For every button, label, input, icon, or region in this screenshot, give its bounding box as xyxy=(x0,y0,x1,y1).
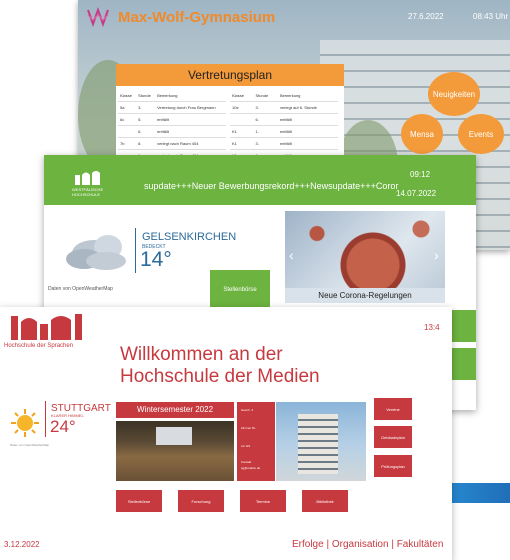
column-header: Klasse xyxy=(230,90,254,102)
page-title: Max-Wolf-Gymnasium xyxy=(118,9,276,26)
time-label: 08:43 Uhr xyxy=(473,12,509,21)
weather-source: Daten von OpenWeatherMap xyxy=(48,286,113,292)
welcome-line: Hochschule der Medien xyxy=(120,366,320,387)
footer-nav[interactable]: Erfolge | Organisation | Fakultäten xyxy=(292,539,443,550)
table-cell: K1 xyxy=(230,125,254,138)
info-line: zur HS xyxy=(241,444,251,448)
column-header: Bemerkung xyxy=(155,90,226,102)
table-cell: 3. xyxy=(253,137,278,150)
table-header-row: Klasse Stunde Bemerkung xyxy=(230,90,338,102)
weather-source: Daten von OpenWeatherMap xyxy=(10,443,49,447)
table-row: 6c 5. entfällt xyxy=(118,113,226,126)
university-name: WESTFÄLISCHE HOCHSCHULE xyxy=(72,187,104,197)
table-row: K1 3. entfällt xyxy=(230,137,338,150)
university-logo-icon xyxy=(11,314,82,340)
table-row: K1 1. entfällt xyxy=(230,125,338,138)
weather-divider xyxy=(135,228,136,273)
column-header: Stunde xyxy=(253,90,278,102)
plan-table-left: Klasse Stunde Bemerkung 5a 3. Vertretung d… xyxy=(118,90,226,162)
table-cell: verlegt auf 6. Stunde xyxy=(277,101,338,114)
info-line: sg@mailno.de xyxy=(241,466,261,470)
exam-plan-button[interactable]: Prüfungsplan xyxy=(374,455,412,477)
clock-label: 13:4 xyxy=(424,323,440,332)
table-cell: 8. xyxy=(136,137,156,150)
table-cell: 3. xyxy=(136,101,156,114)
table-cell: 6c xyxy=(118,113,137,126)
research-button[interactable]: Forschung xyxy=(178,490,224,512)
table-cell: 6. xyxy=(253,113,278,126)
table-cell: Vertretung durch Frau Bergmann xyxy=(155,101,226,114)
header-bar: WESTFÄLISCHE HOCHSCHULE supdate+++Neuer … xyxy=(44,155,476,205)
column-header: Klasse xyxy=(118,90,137,102)
welcome-line: Willkommen an der xyxy=(120,344,283,365)
table-cell: 10e xyxy=(230,101,254,114)
column-header: Stunde xyxy=(136,90,156,102)
table-cell: entfällt xyxy=(277,113,338,126)
table-cell: K1 xyxy=(230,137,254,150)
table-cell: 5. xyxy=(136,113,156,126)
table-cell: 7b xyxy=(118,137,137,150)
cloud-icon xyxy=(66,235,126,270)
semester-heading: Wintersemester 2022 xyxy=(116,402,234,418)
table-row: 6. entfällt xyxy=(118,125,226,138)
university-logo-icon xyxy=(75,171,100,185)
table-row: 7b 8. verlegt nach Raum 404 xyxy=(118,137,226,150)
plan-table-right: Klasse Stunde Bemerkung 10e 3. verlegt auf… xyxy=(230,90,338,162)
plan-title: Vertretungsplan xyxy=(116,64,344,86)
library-button[interactable]: Bibliothek xyxy=(302,490,348,512)
date-label: 14.07.2022 xyxy=(396,189,437,198)
news-caption: Neue Corona-Regelungen xyxy=(285,288,445,303)
clubs-button[interactable]: Vereine xyxy=(374,398,412,420)
side-button[interactable] xyxy=(449,348,476,380)
table-cell: 1. xyxy=(253,125,278,138)
table-cell: entfällt xyxy=(277,125,338,138)
table-header-row: Klasse Stunde Bemerkung xyxy=(118,90,226,102)
clock-label: 09:12 xyxy=(410,170,431,179)
table-cell: 5a xyxy=(118,101,137,114)
sun-icon xyxy=(11,409,39,437)
info-line: Zimmer Nr. xyxy=(241,426,256,430)
footer-date: 3.12.2022 xyxy=(4,540,40,549)
chevron-left-icon[interactable]: ‹ xyxy=(289,247,294,263)
news-ticker: supdate+++Neuer Bewerbungsrekord+++Newsu… xyxy=(144,181,399,191)
chevron-right-icon[interactable]: › xyxy=(434,247,439,263)
building-photo xyxy=(276,402,366,481)
table-cell: verlegt nach Raum 404 xyxy=(155,137,226,150)
table-cell xyxy=(118,125,137,138)
table-cell: entfällt xyxy=(155,125,226,138)
job-board-button[interactable]: Stellenbörse xyxy=(210,270,270,310)
weather-divider xyxy=(45,401,46,437)
table-cell: 6. xyxy=(136,125,156,138)
mensa-bubble[interactable]: Mensa xyxy=(401,114,443,154)
job-board-button[interactable]: Stellenbörse xyxy=(116,490,162,512)
building-plan-button[interactable]: Gebäudeplan xyxy=(374,426,412,448)
side-button[interactable] xyxy=(449,310,476,342)
university-name: Hochschule der Sprachen xyxy=(4,343,74,349)
info-line: Kontakt xyxy=(241,460,252,464)
events-button[interactable]: Termine xyxy=(240,490,286,512)
top-bar: Max-Wolf-Gymnasium 27.6.2022 08:43 Uhr xyxy=(78,0,510,36)
info-line: Gesch. 4 xyxy=(241,408,254,412)
table-cell: entfällt xyxy=(155,113,226,126)
weather-temperature: 24° xyxy=(50,417,76,436)
date-label: 27.6.2022 xyxy=(408,12,444,21)
screen-hochschule-der-medien: Hochschule der Sprachen 13:4 Willkommen … xyxy=(0,307,452,560)
table-row: 5a 3. Vertretung durch Frau Bergmann xyxy=(118,101,226,114)
table-cell: 3. xyxy=(253,101,278,114)
welcome-heading: Willkommen an der Hochschule der Medien xyxy=(120,344,320,388)
table-row: 6. entfällt xyxy=(230,113,338,126)
lecture-hall-photo xyxy=(116,421,234,481)
table-cell: entfällt xyxy=(277,137,338,150)
weather-temperature: 14° xyxy=(140,248,172,271)
news-bubble[interactable]: Neuigkeiten xyxy=(428,72,480,116)
events-bubble[interactable]: Events xyxy=(458,114,504,154)
school-logo-icon xyxy=(87,7,109,27)
column-header: Bemerkung xyxy=(277,90,338,102)
weather-city: GELSENKIRCHEN xyxy=(142,231,237,243)
table-row: 10e 3. verlegt auf 6. Stunde xyxy=(230,101,338,114)
info-box: Gesch. 4 Zimmer Nr. zur HS Kontakt sg@ma… xyxy=(237,402,275,481)
table-cell xyxy=(230,113,254,126)
